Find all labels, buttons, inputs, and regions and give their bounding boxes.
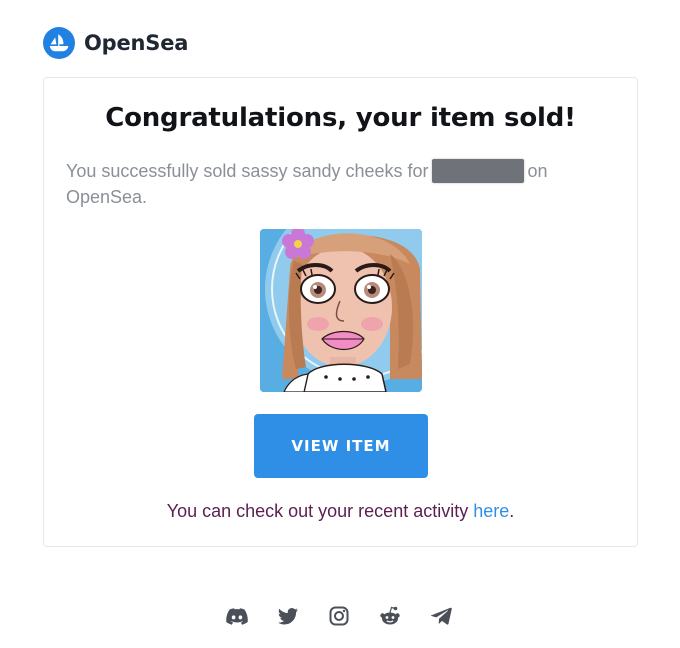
opensea-logo-icon [43,27,75,59]
page-title: Congratulations, your item sold! [105,103,576,133]
activity-link[interactable]: here [473,501,509,521]
view-item-button[interactable]: VIEW ITEM [254,414,428,478]
nft-artwork [260,229,422,392]
redacted-price [431,159,524,183]
sale-message-start: You successfully sold sassy sandy cheeks… [66,161,429,181]
activity-message: You can check out your recent activity h… [44,501,637,522]
reddit-icon[interactable] [378,604,402,628]
twitter-icon[interactable] [276,604,300,628]
activity-text: You can check out your recent activity [166,501,474,521]
instagram-icon[interactable] [327,604,351,628]
email-page: OpenSea Congratulations, your item sold!… [0,0,680,648]
telegram-icon[interactable] [429,604,453,628]
item-image[interactable] [260,229,422,392]
discord-icon[interactable] [225,604,249,628]
activity-end: . [509,501,515,521]
brand-name: OpenSea [84,31,189,55]
brand-header[interactable]: OpenSea [43,27,188,59]
sale-notification-card: Congratulations, your item sold! You suc… [43,77,638,547]
social-links [225,604,453,628]
sale-message: You successfully sold sassy sandy cheeks… [66,158,577,210]
